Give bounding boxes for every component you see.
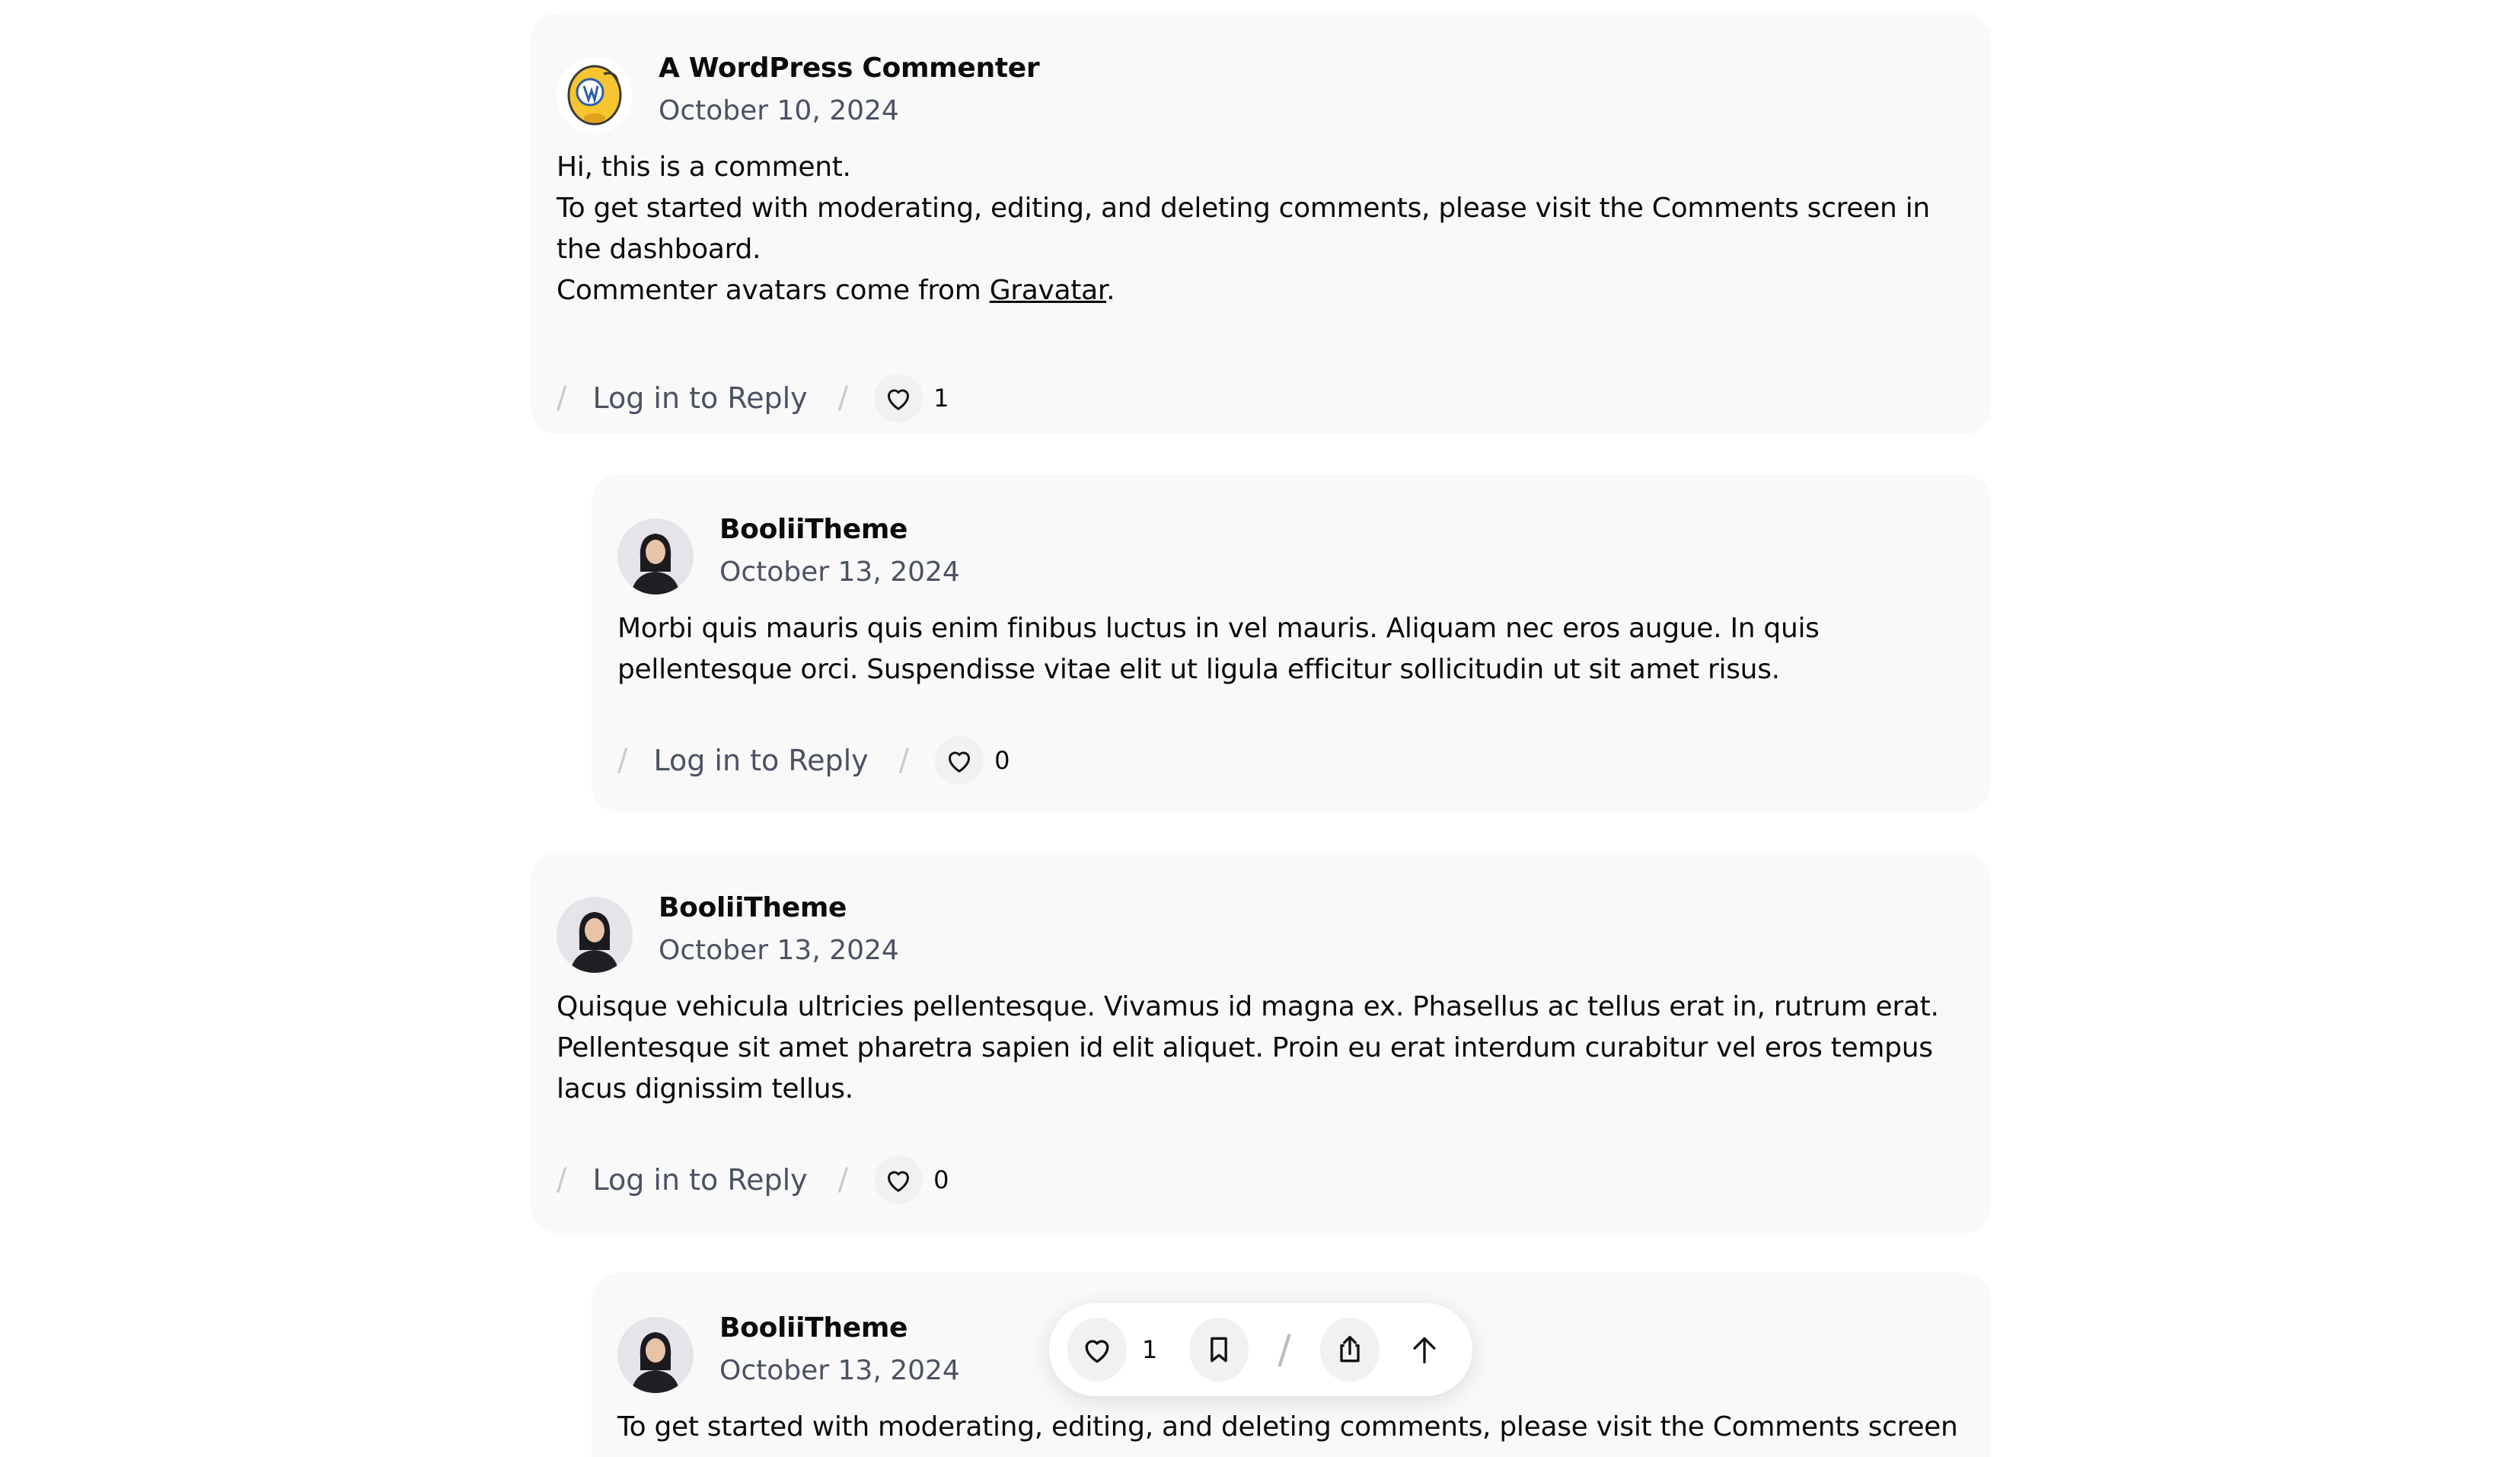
- wordpress-avatar-icon: [567, 65, 622, 126]
- comment-text: Morbi quis mauris quis enim finibus luct…: [617, 613, 1820, 685]
- woman-avatar-icon: [617, 1317, 694, 1393]
- comment-text-line: Commenter avatars come from Gravatar.: [557, 270, 1973, 311]
- comment-body: Quisque vehicula ultricies pellentesque.…: [557, 987, 1973, 1110]
- comment-body: Morbi quis mauris quis enim finibus luct…: [617, 608, 1973, 690]
- separator: /: [898, 743, 910, 778]
- woman-avatar-icon: [557, 897, 633, 973]
- avatar: [617, 1317, 694, 1393]
- comment-text: To get started with moderating, editing,…: [617, 1411, 1958, 1443]
- comment-author[interactable]: A WordPress Commenter: [659, 53, 1040, 84]
- comment-date[interactable]: October 13, 2024: [719, 1355, 960, 1386]
- comment-author[interactable]: BooliiTheme: [719, 514, 908, 545]
- comment-actions: / Log in to Reply / 1: [557, 368, 949, 429]
- heart-icon: [1085, 1340, 1109, 1363]
- comment-author[interactable]: BooliiTheme: [659, 892, 847, 923]
- comment-author[interactable]: BooliiTheme: [719, 1312, 908, 1344]
- like-count: 0: [994, 746, 1010, 775]
- like-count: 0: [933, 1165, 949, 1194]
- like-button[interactable]: [874, 1156, 923, 1204]
- comment-text-fragment: .: [1106, 275, 1115, 306]
- comment-body: To get started with moderating, editing,…: [617, 1407, 1973, 1448]
- like-count: 1: [1142, 1335, 1158, 1364]
- bookmark-icon: [1211, 1337, 1228, 1363]
- avatar: [617, 518, 694, 595]
- comment-card: BooliiTheme October 13, 2024 Quisque veh…: [531, 853, 1991, 1233]
- separator: /: [1278, 1327, 1291, 1373]
- comment-text-line: To get started with moderating, editing,…: [557, 193, 1930, 265]
- comment-actions: / Log in to Reply / 0: [617, 730, 1010, 791]
- comment-text: Quisque vehicula ultricies pellentesque.…: [557, 991, 1939, 1105]
- comment-card: A WordPress Commenter October 10, 2024 H…: [531, 13, 1991, 435]
- gravatar-link[interactable]: Gravatar: [990, 275, 1107, 306]
- comment-text-fragment: Commenter avatars come from: [557, 275, 990, 306]
- separator: /: [837, 1162, 849, 1197]
- like-button[interactable]: [874, 374, 923, 422]
- heart-icon: [949, 751, 971, 773]
- reply-link[interactable]: Log in to Reply: [653, 744, 868, 777]
- separator: /: [617, 743, 628, 778]
- like-button[interactable]: [1067, 1318, 1128, 1382]
- arrow-up-icon: [1413, 1337, 1436, 1364]
- comment-text-line: Hi, this is a comment.: [557, 151, 851, 183]
- separator: /: [837, 381, 849, 416]
- like-button[interactable]: [935, 736, 984, 785]
- avatar: [557, 57, 633, 133]
- woman-avatar-icon: [617, 518, 694, 595]
- floating-post-toolbar: 1 /: [1049, 1303, 1472, 1396]
- scroll-to-top-button[interactable]: [1395, 1318, 1454, 1382]
- reply-link[interactable]: Log in to Reply: [592, 381, 807, 415]
- comment-date[interactable]: October 13, 2024: [659, 935, 899, 966]
- comment-date[interactable]: October 10, 2024: [659, 95, 899, 126]
- comment-actions: / Log in to Reply / 0: [557, 1149, 949, 1210]
- bookmark-button[interactable]: [1189, 1318, 1249, 1382]
- comment-card-reply: BooliiTheme October 13, 2024 Morbi quis …: [592, 474, 1991, 812]
- separator: /: [557, 381, 567, 416]
- heart-icon: [888, 389, 910, 410]
- separator: /: [557, 1162, 567, 1197]
- reply-link[interactable]: Log in to Reply: [592, 1163, 807, 1197]
- comment-date[interactable]: October 13, 2024: [719, 556, 960, 588]
- share-button[interactable]: [1319, 1318, 1380, 1382]
- avatar: [557, 897, 633, 973]
- share-icon: [1340, 1335, 1360, 1363]
- comments-section: A WordPress Commenter October 10, 2024 H…: [0, 0, 2520, 1457]
- heart-icon: [888, 1171, 910, 1192]
- comment-body: Hi, this is a comment. To get started wi…: [557, 147, 1973, 311]
- like-count: 1: [933, 384, 949, 413]
